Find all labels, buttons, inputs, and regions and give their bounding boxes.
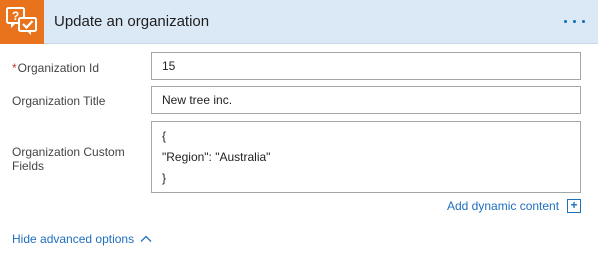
chevron-up-icon[interactable] bbox=[140, 233, 152, 245]
custom-fields-label-line1: Organization Custom bbox=[12, 145, 125, 159]
question-check-icon: ? bbox=[6, 7, 37, 35]
organization-id-input[interactable]: 15 bbox=[151, 52, 581, 80]
required-asterisk: * bbox=[12, 61, 17, 75]
json-line: } bbox=[162, 171, 167, 185]
more-options-icon[interactable] bbox=[560, 10, 590, 32]
hide-advanced-options-link[interactable]: Hide advanced options bbox=[12, 232, 134, 247]
organization-id-label: *Organization Id bbox=[12, 61, 99, 76]
organization-id-label-text: Organization Id bbox=[17, 61, 100, 75]
dot bbox=[564, 20, 567, 23]
custom-fields-textarea[interactable]: { "Region": "Australia" } bbox=[151, 121, 581, 193]
custom-fields-label-line2: Fields bbox=[12, 159, 45, 173]
dot bbox=[573, 20, 576, 23]
json-line: "Region": "Australia" bbox=[162, 150, 271, 164]
json-line: { bbox=[162, 129, 167, 143]
plus-box-icon[interactable]: + bbox=[567, 199, 581, 213]
organization-title-input[interactable]: New tree inc. bbox=[151, 86, 581, 114]
organization-title-label: Organization Title bbox=[12, 94, 106, 108]
zendesk-app-icon: ? bbox=[0, 0, 44, 44]
action-card: ? Update an organization *Organization I… bbox=[0, 0, 598, 261]
card-header[interactable]: ? Update an organization bbox=[0, 0, 598, 44]
card-title: Update an organization bbox=[54, 13, 210, 30]
dot bbox=[582, 20, 585, 23]
add-dynamic-content-link[interactable]: Add dynamic content bbox=[447, 199, 559, 214]
